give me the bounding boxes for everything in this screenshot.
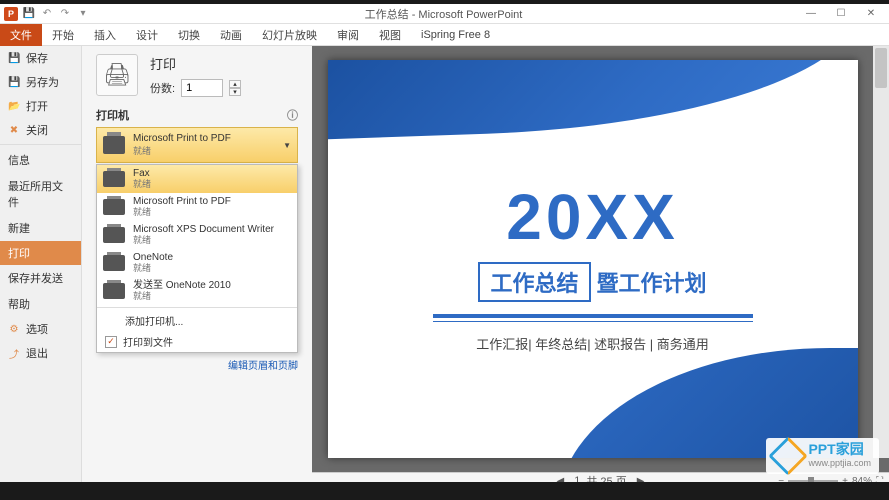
slide-year: 20XX [328, 180, 858, 254]
tab-transitions[interactable]: 切换 [168, 24, 210, 46]
print-button[interactable]: 🖨 [96, 54, 138, 96]
selected-printer-name: Microsoft Print to PDF [133, 133, 275, 145]
sidebar-save[interactable]: 💾保存 [0, 46, 81, 70]
watermark: PPT家园 www.pptjia.com [766, 438, 879, 474]
selected-printer-status: 就绪 [133, 145, 275, 157]
qat-dropdown-icon[interactable]: ▾ [76, 7, 90, 21]
tab-slideshow[interactable]: 幻灯片放映 [252, 24, 327, 46]
minimize-button[interactable]: — [797, 6, 825, 22]
printer-icon [103, 283, 125, 299]
printer-option-onenote2010[interactable]: 发送至 OneNote 2010就绪 [97, 277, 297, 305]
sidebar-new[interactable]: 新建 [0, 215, 81, 241]
printer-option-fax[interactable]: Fax就绪 [97, 165, 297, 193]
open-icon: 📂 [8, 101, 20, 112]
tab-animations[interactable]: 动画 [210, 24, 252, 46]
print-settings-panel: 🖨 打印 份数: ▴▾ 打印机 ⓘ Microsoft Print to PDF… [82, 46, 312, 482]
prev-page-button[interactable]: ◀ [553, 476, 569, 483]
printer-icon [103, 255, 125, 271]
sidebar-close[interactable]: ✖关闭 [0, 118, 81, 142]
chevron-down-icon: ▼ [283, 141, 291, 150]
tab-design[interactable]: 设计 [126, 24, 168, 46]
sidebar-share[interactable]: 保存并发送 [0, 265, 81, 291]
printer-select[interactable]: Microsoft Print to PDF 就绪 ▼ Fax就绪 Micros… [96, 127, 298, 163]
saveas-icon: 💾 [8, 77, 20, 88]
printer-option-pdf[interactable]: Microsoft Print to PDF就绪 [97, 193, 297, 221]
tab-ispring[interactable]: iSpring Free 8 [411, 24, 500, 46]
watermark-logo-icon [774, 442, 802, 470]
ribbon-tabs: 文件 开始 插入 设计 切换 动画 幻灯片放映 审阅 视图 iSpring Fr… [0, 24, 889, 46]
printer-option-onenote[interactable]: OneNote就绪 [97, 249, 297, 277]
exit-icon: ⤴ [8, 346, 20, 361]
print-preview: 20XX 工作总结 暨工作计划 工作汇报| 年终总结| 述职报告 | 商务通用 … [312, 46, 889, 482]
printer-icon [103, 171, 125, 187]
close-icon: ✖ [8, 125, 20, 136]
watermark-brand: PPT家园 [808, 442, 871, 456]
app-icon: P [4, 7, 18, 21]
zoom-in-button[interactable]: + [842, 476, 848, 483]
slide-title-boxed: 工作总结 [478, 262, 590, 302]
sidebar-options[interactable]: ⚙选项 [0, 317, 81, 341]
backstage-sidebar: 💾保存 💾另存为 📂打开 ✖关闭 信息 最近所用文件 新建 打印 保存并发送 帮… [0, 46, 82, 482]
sidebar-open[interactable]: 📂打开 [0, 94, 81, 118]
zoom-out-button[interactable]: − [778, 476, 784, 483]
save-icon: 💾 [8, 53, 20, 64]
sidebar-exit[interactable]: ⤴退出 [0, 341, 81, 365]
add-printer-link[interactable]: 添加打印机... [97, 310, 297, 331]
sidebar-saveas[interactable]: 💾另存为 [0, 70, 81, 94]
page-number: 1 [574, 475, 580, 482]
printer-section-label: 打印机 [96, 107, 129, 123]
close-button[interactable]: ✕ [857, 6, 885, 22]
copies-spinner[interactable]: ▴▾ [229, 80, 241, 96]
next-page-button[interactable]: ▶ [633, 476, 649, 483]
options-icon: ⚙ [8, 324, 20, 335]
check-icon: ✓ [105, 336, 117, 348]
scrollbar-thumb[interactable] [875, 48, 887, 88]
fit-to-window-button[interactable]: ⛶ [876, 476, 883, 483]
print-header: 打印 [150, 54, 241, 73]
slide-decoration-top [328, 60, 858, 139]
qat-undo-icon[interactable]: ↶ [40, 7, 54, 21]
slide-preview: 20XX 工作总结 暨工作计划 工作汇报| 年终总结| 述职报告 | 商务通用 [328, 60, 858, 458]
titlebar: P 💾 ↶ ↷ ▾ 工作总结 - Microsoft PowerPoint — … [0, 4, 889, 24]
tab-file[interactable]: 文件 [0, 24, 42, 46]
print-to-file-check[interactable]: ✓打印到文件 [97, 331, 297, 352]
copies-input[interactable] [181, 79, 223, 97]
info-icon[interactable]: ⓘ [287, 107, 298, 123]
sidebar-help[interactable]: 帮助 [0, 291, 81, 317]
sidebar-print[interactable]: 打印 [0, 241, 81, 265]
tab-view[interactable]: 视图 [369, 24, 411, 46]
watermark-url: www.pptjia.com [808, 456, 871, 470]
printer-icon [103, 199, 125, 215]
printer-option-xps[interactable]: Microsoft XPS Document Writer就绪 [97, 221, 297, 249]
tab-review[interactable]: 审阅 [327, 24, 369, 46]
zoom-slider[interactable] [788, 480, 838, 483]
printer-dropdown: Fax就绪 Microsoft Print to PDF就绪 Microsoft… [96, 164, 298, 353]
tab-insert[interactable]: 插入 [84, 24, 126, 46]
sidebar-recent[interactable]: 最近所用文件 [0, 173, 81, 215]
slide-subtitle: 工作汇报| 年终总结| 述职报告 | 商务通用 [328, 334, 858, 353]
sidebar-info[interactable]: 信息 [0, 147, 81, 173]
printer-icon: 🖨 [103, 62, 131, 88]
printer-icon [103, 227, 125, 243]
qat-save-icon[interactable]: 💾 [22, 7, 36, 21]
window-title: 工作总结 - Microsoft PowerPoint [90, 6, 797, 22]
tab-home[interactable]: 开始 [42, 24, 84, 46]
edit-header-footer-link[interactable]: 编辑页眉和页脚 [96, 357, 298, 372]
printer-device-icon [103, 136, 125, 154]
vertical-scrollbar[interactable] [873, 46, 889, 458]
maximize-button[interactable]: ☐ [827, 6, 855, 22]
qat-redo-icon[interactable]: ↷ [58, 7, 72, 21]
page-total: 共 25 页 [586, 473, 626, 482]
slide-title-rest: 暨工作计划 [597, 266, 707, 298]
copies-label: 份数: [150, 80, 175, 96]
zoom-value: 84% [852, 476, 872, 483]
